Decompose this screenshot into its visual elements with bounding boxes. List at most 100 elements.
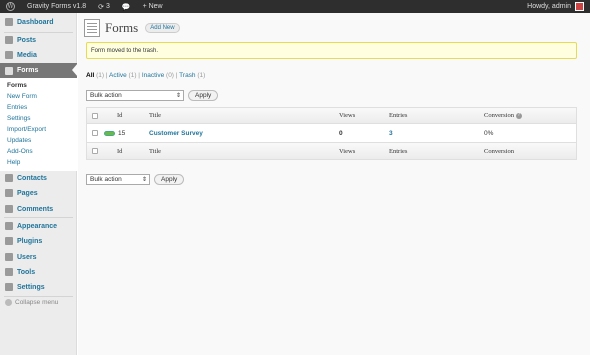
submenu-forms[interactable]: Forms	[0, 80, 77, 91]
checkbox-box	[92, 148, 98, 154]
sidebar-item-label: Settings	[17, 283, 45, 291]
row-checkbox[interactable]	[92, 124, 98, 142]
sidebar-item-label: Tools	[17, 268, 36, 276]
bulk-action-value: Bulk action	[90, 176, 122, 183]
collapse-label: Collapse menu	[15, 299, 59, 306]
footer-column-id[interactable]: Id	[117, 143, 122, 159]
sidebar-item-tools[interactable]: Tools	[0, 265, 77, 279]
filter-active[interactable]: Active	[109, 72, 127, 79]
submenu-add-ons[interactable]: Add-Ons	[0, 146, 77, 157]
submenu-updates[interactable]: Updates	[0, 135, 77, 146]
sidebar-item-label: Pages	[17, 189, 38, 197]
forms-page-icon	[84, 19, 100, 37]
sidebar-item-media[interactable]: Media	[0, 48, 77, 62]
site-name-link[interactable]: Gravity Forms v1.8	[21, 0, 92, 13]
filter-all[interactable]: All	[86, 72, 94, 79]
sidebar-item-contacts[interactable]: Contacts	[0, 171, 77, 185]
updates-count: 3	[105, 3, 110, 10]
column-conversion[interactable]: Conversion?	[484, 108, 522, 123]
wp-logo-menu[interactable]: W	[0, 0, 21, 13]
plugins-icon	[5, 237, 13, 245]
apply-button-bottom[interactable]: Apply	[154, 174, 185, 185]
footer-column-views[interactable]: Views	[339, 143, 355, 159]
sidebar-item-posts[interactable]: Posts	[0, 33, 77, 47]
sidebar-item-label: Appearance	[17, 222, 58, 230]
bulk-actions-bottom: Bulk action ⇕ Apply	[86, 174, 185, 185]
column-entries[interactable]: Entries	[389, 108, 407, 123]
forms-table: Id Title Views Entries Conversion? 15 Cu…	[86, 107, 577, 160]
collapse-menu-button[interactable]: Collapse menu	[5, 299, 58, 306]
form-title-link[interactable]: Customer Survey	[149, 124, 203, 142]
select-arrows-icon: ⇕	[175, 93, 181, 99]
main-content: Forms Add New Form moved to the trash. A…	[78, 13, 590, 355]
media-icon	[5, 51, 13, 59]
sidebar-item-label: Contacts	[17, 174, 47, 182]
filter-trash[interactable]: Trash	[179, 72, 195, 79]
sidebar-item-settings[interactable]: Settings	[0, 280, 77, 294]
footer-column-conversion[interactable]: Conversion	[484, 143, 514, 159]
select-all-checkbox-footer[interactable]	[92, 143, 98, 159]
sidebar-item-plugins[interactable]: Plugins	[0, 234, 77, 248]
updates-link[interactable]: ⟳ 3	[92, 0, 116, 13]
comments-link[interactable]: 💬	[116, 0, 137, 13]
filter-count: (1)	[128, 72, 137, 79]
forms-submenu: Forms New Form Entries Settings Import/E…	[0, 78, 77, 171]
avatar	[575, 2, 584, 11]
select-all-checkbox[interactable]	[92, 108, 98, 123]
new-label: New	[148, 3, 163, 10]
toggle-active-icon	[104, 130, 115, 136]
filter-label: Trash	[179, 72, 196, 79]
menu-separator	[4, 217, 73, 218]
notice-text: Form moved to the trash.	[91, 47, 159, 54]
sidebar-item-users[interactable]: Users	[0, 250, 77, 264]
form-id: 15	[118, 129, 126, 137]
comment-bubble-icon: 💬	[121, 3, 131, 11]
sidebar-item-label: Media	[17, 51, 37, 59]
status-filters: All (1) | Active (1) | Inactive (0) | Tr…	[86, 72, 206, 79]
sidebar-item-comments[interactable]: Comments	[0, 202, 77, 216]
table-header: Id Title Views Entries Conversion?	[87, 108, 576, 124]
submenu-entries[interactable]: Entries	[0, 102, 77, 113]
pin-icon	[5, 36, 13, 44]
column-id[interactable]: Id	[117, 108, 122, 123]
apply-button-top[interactable]: Apply	[188, 90, 219, 101]
sidebar-item-pages[interactable]: Pages	[0, 186, 77, 200]
form-entries-link[interactable]: 3	[389, 124, 393, 142]
table-footer: Id Title Views Entries Conversion	[87, 143, 576, 159]
dashboard-icon	[5, 18, 13, 26]
sidebar-item-dashboard[interactable]: Dashboard	[0, 15, 77, 29]
column-views[interactable]: Views	[339, 108, 355, 123]
my-account-menu[interactable]: Howdy, admin	[521, 0, 590, 13]
pages-icon	[5, 189, 13, 197]
submenu-settings[interactable]: Settings	[0, 113, 77, 124]
select-arrows-icon: ⇕	[141, 177, 147, 183]
filter-label: All	[86, 72, 95, 79]
new-content-link[interactable]: + New	[137, 0, 169, 13]
submenu-new-form[interactable]: New Form	[0, 91, 77, 102]
add-new-button[interactable]: Add New	[145, 23, 180, 33]
sidebar-item-forms[interactable]: Forms	[0, 63, 78, 78]
sidebar-item-label: Plugins	[17, 237, 43, 245]
submenu-import-export[interactable]: Import/Export	[0, 124, 77, 135]
sidebar-item-label: Users	[17, 253, 37, 261]
checkbox-box	[92, 112, 98, 119]
contacts-icon	[5, 174, 13, 182]
form-conversion: 0%	[484, 129, 494, 137]
page-title: Forms	[105, 20, 139, 35]
bulk-action-value: Bulk action	[90, 92, 122, 99]
bulk-action-select-top[interactable]: Bulk action ⇕	[86, 90, 184, 101]
info-icon[interactable]: ?	[515, 112, 522, 119]
filter-inactive[interactable]: Inactive	[142, 72, 164, 79]
bulk-action-select-bottom[interactable]: Bulk action ⇕	[86, 174, 150, 185]
footer-column-title[interactable]: Title	[149, 143, 161, 159]
updates-icon: ⟳	[98, 3, 106, 11]
sidebar-item-label: Forms	[17, 67, 39, 74]
column-title[interactable]: Title	[149, 108, 161, 123]
footer-column-entries[interactable]: Entries	[389, 143, 407, 159]
menu-separator	[4, 296, 73, 297]
sidebar-item-appearance[interactable]: Appearance	[0, 219, 77, 233]
admin-bar: W Gravity Forms v1.8 ⟳ 3 💬 + New Howdy, …	[0, 0, 590, 13]
submenu-help[interactable]: Help	[0, 157, 77, 168]
appearance-icon	[5, 222, 13, 230]
active-toggle[interactable]: 15	[104, 124, 125, 142]
